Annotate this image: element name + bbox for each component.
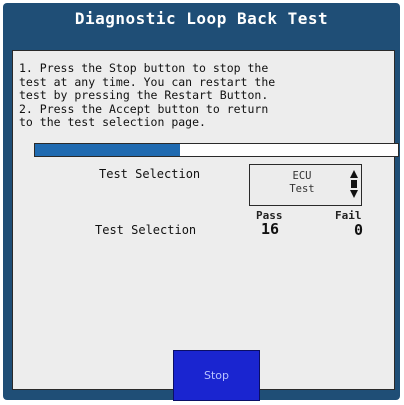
content-panel: 1. Press the Stop button to stop the tes…	[12, 50, 399, 390]
up-down-stepper-icon[interactable]	[350, 170, 358, 198]
test-selection-value-line1: ECU	[292, 170, 312, 182]
progress-bar	[34, 143, 399, 157]
progress-bar-fill	[35, 144, 181, 156]
page-title: Diagnostic Loop Back Test	[74, 9, 329, 28]
results-label: Test Selection	[95, 223, 197, 237]
stop-button[interactable]: Stop	[173, 350, 260, 401]
fail-count: 0	[354, 221, 364, 239]
test-selection-value-line2: Test	[289, 183, 315, 195]
test-selection-label: Test Selection	[99, 167, 201, 181]
pass-count: 16	[261, 220, 280, 238]
test-selection-dropdown[interactable]: ECU Test	[249, 164, 362, 206]
app-frame: Diagnostic Loop Back Test 1. Press the S…	[3, 3, 400, 401]
test-selection-value: ECU Test	[272, 170, 332, 196]
instructions-text: 1. Press the Stop button to stop the tes…	[19, 61, 276, 129]
